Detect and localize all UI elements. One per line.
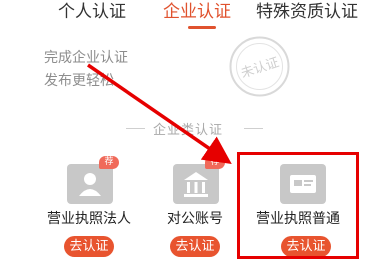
pointer-arrow-icon bbox=[87, 63, 232, 164]
